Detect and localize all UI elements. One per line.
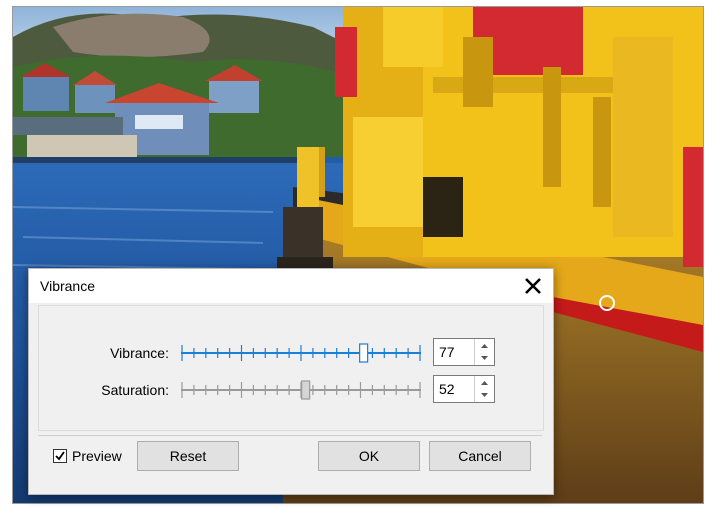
close-icon <box>525 278 541 294</box>
vibrance-increment-icon[interactable] <box>475 339 494 352</box>
reset-button[interactable]: Reset <box>137 441 239 471</box>
adjustment-group: Vibrance: 77 Saturation: 52 <box>38 305 544 431</box>
vibrance-slider-thumb[interactable] <box>359 343 369 363</box>
cancel-button[interactable]: Cancel <box>429 441 531 471</box>
vibrance-spinbox[interactable]: 77 <box>433 338 495 366</box>
saturation-slider[interactable] <box>181 379 421 401</box>
preview-checkbox[interactable] <box>53 449 67 463</box>
vibrance-decrement-icon[interactable] <box>475 352 494 365</box>
saturation-decrement-icon[interactable] <box>475 389 494 402</box>
saturation-spinbox[interactable]: 52 <box>433 375 495 403</box>
ok-button[interactable]: OK <box>318 441 420 471</box>
saturation-increment-icon[interactable] <box>475 376 494 389</box>
dialog-title: Vibrance <box>40 278 96 294</box>
saturation-slider-thumb[interactable] <box>301 380 311 400</box>
vibrance-label: Vibrance: <box>110 345 169 361</box>
saturation-spin-buttons <box>474 376 494 402</box>
dialog-titlebar[interactable]: Vibrance <box>29 269 553 303</box>
vibrance-value: 77 <box>439 344 455 360</box>
close-button[interactable] <box>520 273 546 299</box>
checkmark-icon <box>55 451 65 461</box>
dialog-divider <box>38 435 542 436</box>
preview-label[interactable]: Preview <box>72 448 122 464</box>
saturation-value: 52 <box>439 381 455 397</box>
vibrance-slider[interactable] <box>181 342 421 364</box>
vibrance-spin-buttons <box>474 339 494 365</box>
vibrance-dialog: Vibrance Vibrance: 77 Saturation: 52 Pre… <box>28 268 554 495</box>
saturation-label: Saturation: <box>101 382 169 398</box>
